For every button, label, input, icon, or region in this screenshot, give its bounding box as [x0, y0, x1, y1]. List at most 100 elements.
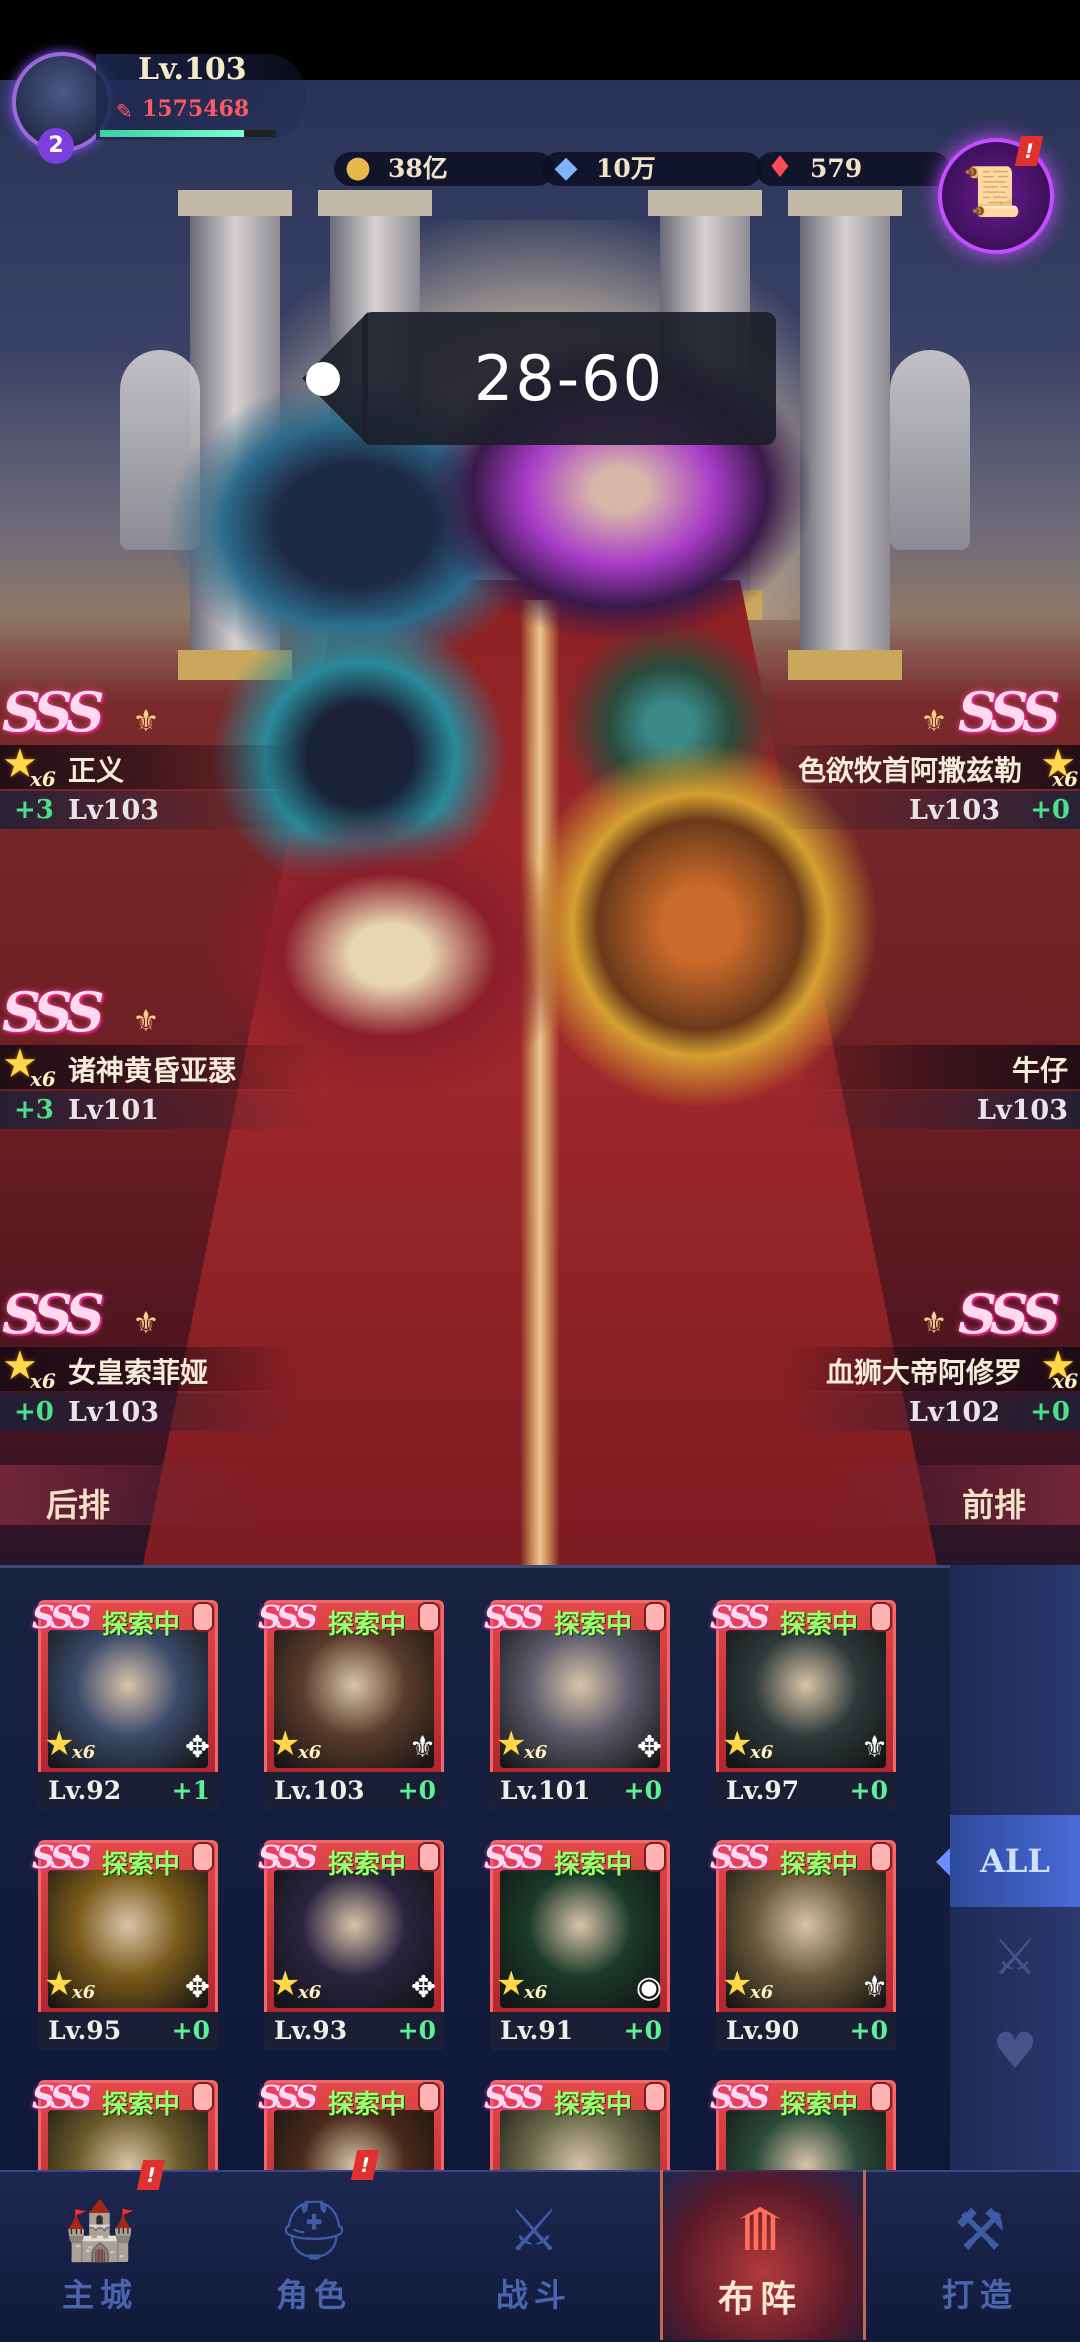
lock-icon[interactable] [192, 1602, 214, 1632]
hero-card[interactable]: SSS 探索中 ★ x6 ✥ Lv.92 +1 [32, 1598, 218, 1810]
card-plus: +0 [171, 2016, 210, 2045]
hero-plus: +3 [14, 795, 54, 825]
lock-icon[interactable] [644, 1602, 666, 1632]
lock-icon[interactable] [192, 2082, 214, 2112]
hero-name: 诸神黄昏亚瑟 [68, 1054, 237, 1087]
ruby-icon: ♦ [766, 150, 794, 185]
card-plus: +0 [623, 1776, 662, 1805]
hero-card[interactable]: SSS探索中★x6 [32, 2078, 218, 2173]
star-icon: ★ [496, 1724, 527, 1764]
hero-roster-panel[interactable]: SSS 探索中 ★ x6 ✥ Lv.92 +1 SSS 探索中 ★ x6 ⚜ Lv.103 +0 SSS 探索… [0, 1565, 1080, 2173]
hero-card[interactable]: SSS 探索中 ★ x6 ◉ Lv.91 +0 [484, 1838, 670, 2050]
card-level: Lv.95 [48, 2016, 122, 2045]
card-level: Lv.97 [726, 1776, 800, 1805]
hero-card[interactable]: SSS 探索中 ★ x6 ✥ Lv.95 +0 [32, 1838, 218, 2050]
exploring-status: 探索中 [328, 1610, 407, 1640]
hero-card[interactable]: SSS 探索中 ★ x6 ⚜ Lv.90 +0 [710, 1838, 896, 2050]
currency-gold[interactable]: ● 38亿 [334, 150, 554, 186]
lock-icon[interactable] [870, 2082, 892, 2112]
exploring-status: 探索中 [554, 1850, 633, 1880]
grade-badge: SSS [484, 1598, 544, 1636]
filter-all-button[interactable]: ALL [950, 1815, 1080, 1907]
star-count: x6 [524, 1982, 548, 2003]
castle-icon: 🏰 [63, 2196, 137, 2264]
xp-bar-fill [100, 130, 245, 137]
hero-plate-azazel[interactable]: 色欲牧首阿撒兹勒 ★ x6 Lv103 +0 [760, 741, 1080, 841]
star-count: x6 [1052, 767, 1078, 791]
hero-plate-cowboy[interactable]: 牛仔 Lv103 [800, 1045, 1080, 1141]
back-row-label: 后排 [46, 1486, 111, 1524]
class-emblem-icon: ✥ [636, 1730, 662, 1765]
crossed-swords-icon: ⚔ [508, 2196, 560, 2264]
front-row-label: 前排 [962, 1486, 1027, 1524]
lock-icon[interactable] [418, 1602, 440, 1632]
nav-characters[interactable]: ⛑ 角色 [224, 2170, 404, 2340]
gold-value: 38亿 [388, 154, 448, 183]
grade-badge: SSS [710, 2078, 770, 2116]
class-emblem-icon: ⚜ [920, 1306, 948, 1341]
star-icon: ★ [44, 1964, 75, 2004]
filter-warrior-icon[interactable]: ⚔ [980, 1922, 1050, 1992]
nav-main-city[interactable]: 🏰 主城 [10, 2170, 190, 2340]
hero-plate-sophia[interactable]: ★ x6 女皇索菲娅 +0 Lv103 [0, 1343, 300, 1443]
nav-forge[interactable]: ⚒ 打造 [890, 2170, 1070, 2340]
class-emblem-icon: ◉ [635, 1970, 662, 2005]
card-level: Lv.92 [48, 1776, 122, 1805]
pillar [788, 190, 902, 680]
card-plus: +1 [171, 1776, 210, 1805]
filter-heart-icon[interactable]: ♥ [980, 2016, 1050, 2086]
nav-battle[interactable]: ⚔ 战斗 [444, 2170, 624, 2340]
currency-ruby[interactable]: ♦ 579 [756, 150, 950, 186]
hero-card[interactable]: SSS探索中★x6 [484, 2078, 670, 2173]
star-count: x6 [750, 1742, 774, 1763]
star-count: x6 [524, 1742, 548, 1763]
hero-card[interactable]: SSS探索中★x6 [710, 2078, 896, 2173]
lock-icon[interactable] [870, 1602, 892, 1632]
star-count: x6 [30, 767, 56, 791]
hero-plate-asura[interactable]: 血狮大帝阿修罗 ★ x6 Lv102 +0 [780, 1343, 1080, 1443]
grade-badge: SSS [484, 2078, 544, 2116]
grade-badge: SSS [958, 680, 1061, 744]
hero-card[interactable]: SSS 探索中 ★ x6 ⚜ Lv.97 +0 [710, 1598, 896, 1810]
grade-badge: SSS [32, 2078, 92, 2116]
lock-icon[interactable] [192, 1842, 214, 1872]
nav-formation[interactable]: ⟰ 布阵 [670, 2170, 850, 2340]
currency-diamond[interactable]: ◆ 10万 [542, 150, 762, 186]
star-icon: ★ [44, 1724, 75, 1764]
front-row-bar [820, 1465, 1080, 1525]
vip-badge: 2 [38, 128, 74, 164]
lock-icon[interactable] [644, 1842, 666, 1872]
star-icon: ★ [722, 1964, 753, 2004]
hero-card[interactable]: SSS 探索中 ★ x6 ✥ Lv.93 +0 [258, 1838, 444, 2050]
lock-icon[interactable] [644, 2082, 666, 2112]
hero-plate-arthur[interactable]: ★ x6 诸神黄昏亚瑟 +3 Lv101 [0, 1041, 320, 1141]
player-level: Lv.103 [138, 52, 247, 87]
exploring-status: 探索中 [780, 2090, 859, 2120]
stage-label: 28-60 [473, 342, 665, 415]
lock-icon[interactable] [418, 2082, 440, 2112]
hero-card[interactable]: SSS 探索中 ★ x6 ✥ Lv.101 +0 [484, 1598, 670, 1810]
star-icon: ★ [496, 1964, 527, 2004]
hero-card[interactable]: SSS探索中★x6 [258, 2078, 444, 2173]
grade-badge: SSS [258, 2078, 318, 2116]
star-count: x6 [72, 1982, 96, 2003]
nav-label: 角色 [275, 2276, 352, 2314]
nav-label: 主城 [61, 2276, 138, 2314]
card-level: Lv.91 [500, 2016, 574, 2045]
hero-plate-justice[interactable]: ★ x6 正义 +3 Lv103 [0, 741, 300, 841]
exploring-status: 探索中 [780, 1850, 859, 1880]
grade-badge: SSS [710, 1598, 770, 1636]
lock-icon[interactable] [870, 1842, 892, 1872]
hero-name: 牛仔 [1011, 1054, 1068, 1087]
card-plus: +0 [623, 2016, 662, 2045]
hero-name: 正义 [68, 754, 125, 787]
star-count: x6 [298, 1742, 322, 1763]
lock-icon[interactable] [418, 1842, 440, 1872]
hero-card[interactable]: SSS 探索中 ★ x6 ⚜ Lv.103 +0 [258, 1598, 444, 1810]
grade-badge: SSS [2, 680, 105, 744]
exploring-status: 探索中 [328, 1850, 407, 1880]
class-emblem-icon: ⚜ [132, 1004, 160, 1039]
hero-level: Lv103 [68, 795, 160, 826]
class-emblem-icon: ⚜ [132, 1306, 160, 1341]
hero-level: Lv101 [68, 1095, 160, 1126]
